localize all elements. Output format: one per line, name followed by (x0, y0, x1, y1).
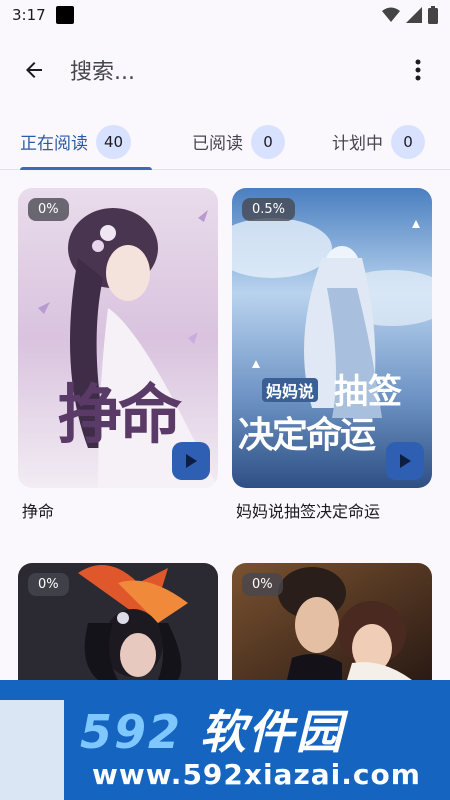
progress-chip: 0% (28, 198, 69, 221)
arrow-back-icon (26, 62, 42, 78)
signal-icon (406, 7, 422, 23)
book-cover[interactable]: 挣命 0% (18, 188, 218, 488)
progress-chip: 0% (28, 573, 69, 596)
back-button[interactable] (14, 50, 54, 90)
tab-bar: 正在阅读 40 已阅读 0 计划中 0 (0, 114, 450, 170)
cover-title-line2: 决定命运 (238, 414, 376, 456)
book-title: 妈妈说抽签决定命运 (236, 502, 381, 521)
tab-label: 已阅读 (192, 134, 243, 154)
search-input[interactable] (70, 57, 370, 83)
count-badge: 40 (96, 124, 132, 159)
status-bar: 3:17 (0, 0, 450, 30)
progress-chip: 0% (242, 573, 283, 596)
tab-read[interactable]: 已阅读 0 (192, 114, 285, 170)
book-cover[interactable]: 0% (232, 563, 432, 680)
book-card[interactable]: 0% (232, 563, 432, 680)
book-card[interactable]: 妈妈说 抽签 决定命运 0.5% 妈妈说抽签决定命运 (232, 188, 432, 522)
battery-icon (428, 6, 438, 24)
watermark-side-block (0, 700, 64, 800)
watermark-logo: 592 软件园 (80, 696, 344, 762)
status-time: 3:17 (12, 6, 46, 24)
book-cover[interactable]: 妈妈说 抽签 决定命运 0.5% (232, 188, 432, 488)
watermark-number: 592 (80, 705, 183, 759)
status-icons (382, 6, 438, 24)
wifi-icon (382, 7, 400, 22)
cover-title-small: 妈妈说 (262, 378, 319, 402)
tab-planned[interactable]: 计划中 0 (332, 114, 425, 170)
count-badge: 0 (251, 124, 285, 159)
more-vert-icon (415, 59, 421, 81)
progress-chip: 0.5% (242, 198, 296, 221)
tab-reading[interactable]: 正在阅读 40 (20, 114, 152, 170)
more-button[interactable] (406, 50, 430, 90)
tab-indicator (20, 166, 152, 170)
book-card[interactable]: 0% (18, 563, 218, 680)
play-icon (400, 454, 411, 468)
top-app-bar (0, 42, 450, 98)
play-icon (186, 454, 197, 468)
watermark-url: www.592xiazai.com (92, 758, 421, 791)
tab-label: 正在阅读 (20, 134, 88, 154)
tab-label: 计划中 (332, 134, 383, 154)
count-badge: 0 (391, 124, 425, 159)
play-button[interactable] (386, 442, 424, 480)
play-button[interactable] (172, 442, 210, 480)
watermark-brand: 软件园 (200, 705, 345, 759)
book-cover[interactable]: 0% (18, 563, 218, 680)
watermark-banner: 592 软件园 www.592xiazai.com (0, 680, 450, 800)
book-title: 挣命 (22, 502, 55, 521)
notification-icon (55, 6, 74, 24)
book-card[interactable]: 挣命 0% 挣命 (18, 188, 218, 522)
